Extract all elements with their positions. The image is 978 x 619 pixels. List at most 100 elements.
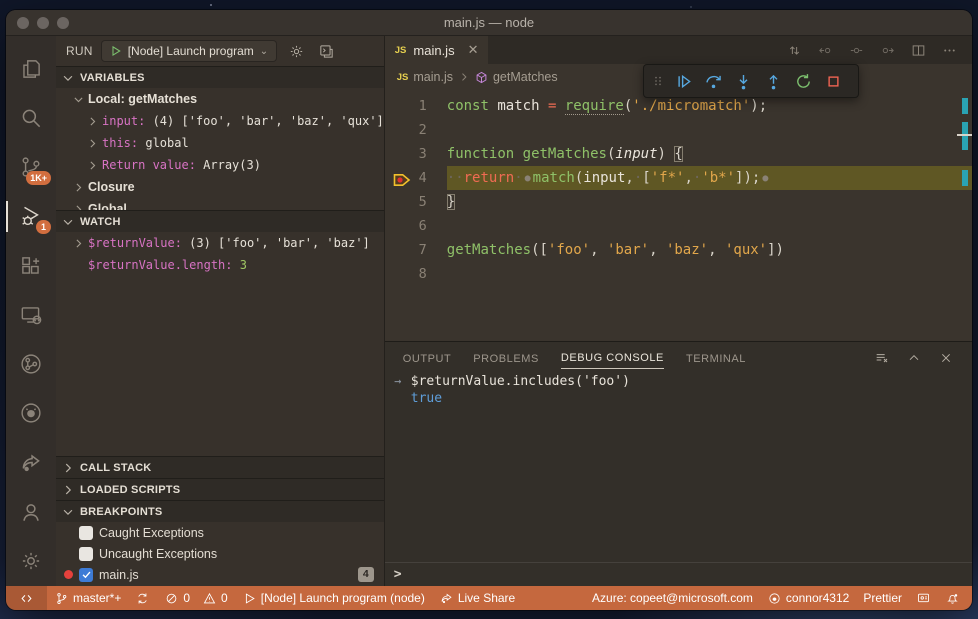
open-changes-icon[interactable] <box>786 42 803 59</box>
step-forward-icon[interactable] <box>879 42 896 59</box>
reverse-continue-icon[interactable] <box>817 42 834 59</box>
tree-row[interactable]: $returnValue.length: 3 <box>56 254 384 276</box>
code-line[interactable]: 7 getMatches(['foo', 'bar', 'baz', 'qux']… <box>385 238 972 262</box>
code-line[interactable]: 5} <box>385 190 972 214</box>
github-icon[interactable] <box>6 389 56 438</box>
live-share-icon[interactable] <box>6 438 56 487</box>
configure-gear-icon[interactable] <box>285 40 307 62</box>
line-number[interactable]: 3 <box>385 142 447 166</box>
source-control-icon[interactable]: 1K+ <box>6 143 56 192</box>
launch-config-dropdown[interactable]: [Node] Launch program ⌄ <box>100 40 278 62</box>
code-text[interactable]: function getMatches(input) { <box>447 142 972 166</box>
code-line[interactable]: 3 function getMatches(input) { <box>385 142 972 166</box>
close-tab-icon[interactable]: ✕ <box>468 42 479 58</box>
tab-debug-console[interactable]: DEBUG CONSOLE <box>560 346 664 369</box>
code-line[interactable]: 4 ··return· ● match(input,·['f*',·'b*']); ● <box>385 166 972 190</box>
code-line[interactable]: 2 <box>385 118 972 142</box>
breadcrumb-symbol[interactable]: getMatches <box>493 70 558 84</box>
tree-row[interactable]: input: (4) ['foo', 'bar', 'baz', 'qux'] <box>56 110 384 132</box>
start-debug-icon[interactable] <box>110 45 122 57</box>
chevron-right-icon[interactable] <box>72 181 88 194</box>
tree-row[interactable]: this: global <box>56 132 384 154</box>
toolbar-drag-handle[interactable] <box>649 73 667 89</box>
clear-console-icon[interactable] <box>874 350 890 366</box>
breakpoint-row[interactable]: main.js 4 <box>56 564 384 585</box>
line-number[interactable]: 1 <box>385 94 447 118</box>
line-number[interactable]: 8 <box>385 262 447 286</box>
call-stack-section-header[interactable]: CALL STACK <box>56 456 384 478</box>
code-text[interactable]: getMatches(['foo', 'bar', 'baz', 'qux']) <box>447 238 972 262</box>
line-number[interactable]: 4 <box>385 166 447 190</box>
tab-output[interactable]: OUTPUT <box>403 347 452 369</box>
chevron-right-icon[interactable] <box>72 237 88 250</box>
chevron-down-icon[interactable] <box>72 93 88 106</box>
line-number[interactable]: 2 <box>385 118 447 142</box>
code-text[interactable] <box>447 214 972 238</box>
notifications-bell-icon[interactable] <box>938 586 972 610</box>
close-panel-icon[interactable] <box>938 350 954 366</box>
line-number[interactable]: 7 <box>385 238 447 262</box>
console-input-row[interactable]: > <box>384 562 972 586</box>
git-branch-status[interactable]: master*+ <box>47 586 128 610</box>
debug-toolbar[interactable] <box>642 64 859 98</box>
run-and-debug-icon[interactable]: 1 <box>6 192 56 241</box>
tree-row[interactable]: Global <box>56 198 384 210</box>
breadcrumb-file[interactable]: main.js <box>413 70 453 84</box>
checkbox[interactable] <box>79 567 93 582</box>
variables-section-header[interactable]: VARIABLES <box>56 66 384 88</box>
loaded-scripts-section-header[interactable]: LOADED SCRIPTS <box>56 478 384 500</box>
code-text[interactable] <box>447 118 972 142</box>
prettier-status[interactable]: Prettier <box>856 586 909 610</box>
accounts-icon[interactable] <box>6 487 56 536</box>
code-text[interactable]: } <box>446 190 972 214</box>
stop-button[interactable] <box>820 68 847 95</box>
checkbox[interactable] <box>79 546 93 561</box>
chevron-right-icon[interactable] <box>86 159 102 172</box>
overview-ruler[interactable] <box>957 90 972 341</box>
continue-button[interactable] <box>670 68 697 95</box>
code-editor[interactable]: 1 const match = require('./micromatch'); 2… <box>384 90 972 341</box>
breakpoint-row[interactable]: Uncaught Exceptions <box>56 543 384 564</box>
watch-section-header[interactable]: WATCH <box>56 210 384 232</box>
chevron-right-icon[interactable] <box>86 137 102 150</box>
line-number[interactable]: 6 <box>385 214 447 238</box>
breakpoints-section-header[interactable]: BREAKPOINTS <box>56 500 384 522</box>
settings-gear-icon[interactable] <box>6 537 56 586</box>
code-text[interactable] <box>447 262 972 286</box>
tree-row[interactable]: Local: getMatches <box>56 88 384 110</box>
step-into-button[interactable] <box>730 68 757 95</box>
live-share-status[interactable]: Live Share <box>432 586 522 610</box>
tab-main-js[interactable]: JS main.js ✕ <box>384 36 489 64</box>
step-out-button[interactable] <box>760 68 787 95</box>
code-line[interactable]: 6 <box>385 214 972 238</box>
step-back-icon[interactable] <box>848 42 865 59</box>
chevron-right-icon[interactable] <box>86 115 102 128</box>
debug-console-icon[interactable] <box>315 40 337 62</box>
problems-status[interactable]: 0 0 <box>157 586 234 610</box>
breakpoint-row[interactable]: Caught Exceptions <box>56 522 384 543</box>
code-line[interactable]: 8 <box>385 262 972 286</box>
debug-session-status[interactable]: [Node] Launch program (node) <box>235 586 432 610</box>
search-icon[interactable] <box>6 93 56 142</box>
tree-row[interactable]: Closure <box>56 176 384 198</box>
github-account-status[interactable]: connor4312 <box>760 586 856 610</box>
sync-changes-button[interactable] <box>128 586 157 610</box>
debug-console[interactable]: → $returnValue.includes('foo') true > <box>384 373 972 586</box>
line-number[interactable]: 5 <box>385 190 447 214</box>
feedback-icon[interactable] <box>909 586 938 610</box>
explorer-icon[interactable] <box>6 44 56 93</box>
chevron-right-icon[interactable] <box>72 203 88 210</box>
tab-terminal[interactable]: TERMINAL <box>686 347 746 369</box>
more-actions-icon[interactable] <box>941 42 958 59</box>
extensions-icon[interactable] <box>6 241 56 290</box>
tree-row[interactable]: Return value: Array(3) <box>56 154 384 176</box>
maximize-panel-icon[interactable] <box>906 350 922 366</box>
split-editor-icon[interactable] <box>910 42 927 59</box>
remote-explorer-icon[interactable] <box>6 290 56 339</box>
azure-account-status[interactable]: Azure: copeet@microsoft.com <box>585 586 760 610</box>
remote-indicator[interactable] <box>6 586 47 610</box>
azure-pipelines-icon[interactable] <box>6 340 56 389</box>
tab-problems[interactable]: PROBLEMS <box>473 347 539 369</box>
checkbox[interactable] <box>79 525 93 540</box>
restart-button[interactable] <box>790 68 817 95</box>
